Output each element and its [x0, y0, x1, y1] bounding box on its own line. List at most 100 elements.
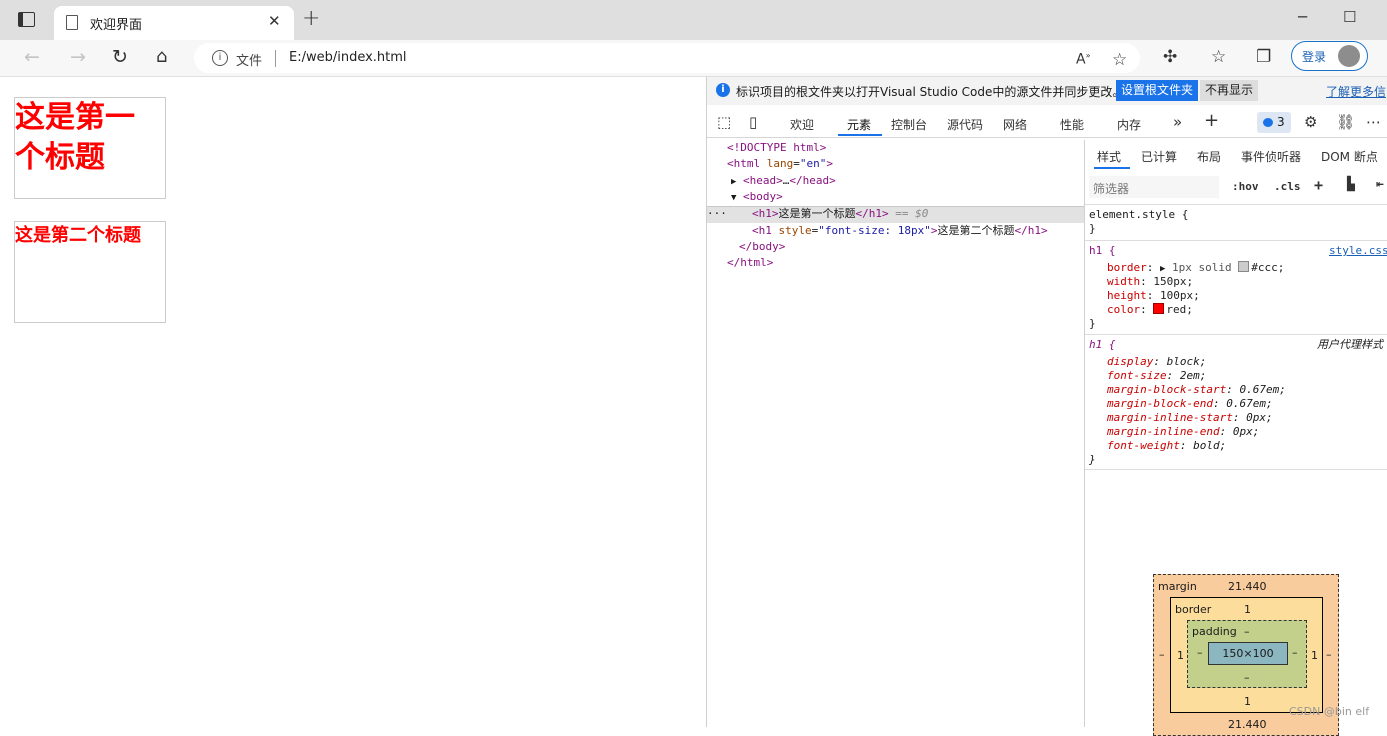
prop-name: font-weight [1107, 439, 1180, 452]
set-root-folder-button[interactable]: 设置根文件夹 [1116, 80, 1199, 101]
rule1-prop-border[interactable]: border: ▶ 1px solid #ccc; [1107, 261, 1284, 275]
border-top[interactable]: 1 [1244, 603, 1251, 616]
tab-performance[interactable]: 性能 [1060, 116, 1084, 133]
box-model-padding[interactable]: padding – – – – 150×100 [1187, 620, 1307, 688]
padding-left[interactable]: – [1197, 646, 1203, 659]
forward-icon[interactable]: → [70, 46, 86, 68]
html-node[interactable]: <html lang="en"> [727, 156, 833, 172]
box-model-content[interactable]: 150×100 [1208, 642, 1288, 665]
padding-bottom[interactable]: – [1244, 671, 1250, 684]
head-node[interactable]: ▶ <head>…</head> [731, 173, 836, 189]
cls-toggle[interactable]: .cls [1274, 180, 1301, 193]
first-heading: 这是第一 个标题 [14, 97, 166, 199]
html-tag: html [733, 157, 761, 170]
border-left[interactable]: 1 [1177, 649, 1184, 662]
row-dots[interactable]: ··· [707, 206, 727, 222]
tab-network[interactable]: 网络 [1003, 116, 1027, 133]
padding-top[interactable]: – [1244, 625, 1250, 638]
issues-icon [1263, 118, 1273, 127]
extensions-icon[interactable]: ✣ [1163, 47, 1177, 67]
login-button[interactable]: 登录 [1291, 41, 1368, 71]
info-icon[interactable]: i [212, 50, 228, 66]
active-tab-underline [838, 134, 882, 136]
tab-computed[interactable]: 已计算 [1141, 148, 1177, 165]
expand-arrow-icon[interactable]: ▶ [1160, 264, 1165, 274]
issues-badge[interactable]: 3 [1257, 112, 1291, 133]
tab-sources[interactable]: 源代码 [947, 116, 983, 133]
selected-marker: == $0 [895, 207, 929, 220]
browser-tab[interactable]: 欢迎界面 ✕ [54, 6, 294, 40]
doctype-node[interactable]: <!DOCTYPE html> [727, 140, 826, 156]
refresh-icon[interactable]: ↻ [112, 46, 128, 68]
rule1-prop-width[interactable]: width: 150px; [1107, 275, 1193, 289]
address-bar[interactable]: i 文件 E:/web/index.html A» ☆ [194, 43, 1140, 73]
favorites-icon[interactable]: ☆ [1211, 47, 1226, 67]
prop-value: 0px; [1246, 411, 1273, 424]
inspect-icon[interactable]: ⬚ [717, 113, 731, 131]
tab-console[interactable]: 控制台 [891, 116, 927, 133]
prop-value: 100px; [1160, 289, 1200, 302]
rule1-prop-color[interactable]: color: red; [1107, 303, 1193, 317]
box-model-border[interactable]: border 1 1 1 1 padding – – – – 150×100 [1170, 597, 1323, 713]
new-tab-icon[interactable]: + [302, 6, 320, 31]
tab-elements[interactable]: 元素 [847, 116, 871, 133]
rule1-prop-height[interactable]: height: 100px; [1107, 289, 1200, 303]
h1-node-selected[interactable]: <h1>这是第一个标题</h1> == $0 [752, 206, 928, 222]
body-node[interactable]: ▼ <body> [731, 189, 783, 205]
add-favorite-icon[interactable]: ☆ [1112, 50, 1127, 70]
tab-actions-icon[interactable] [18, 12, 35, 27]
body-close-node[interactable]: </body> [739, 239, 785, 255]
add-tab-icon[interactable]: + [1204, 110, 1219, 131]
more-tabs-icon[interactable]: » [1173, 113, 1182, 131]
second-heading: 这是第二个标题 [14, 221, 166, 323]
tab-memory[interactable]: 内存 [1117, 116, 1141, 133]
tab-event-listeners[interactable]: 事件侦听器 [1241, 148, 1301, 165]
tab-dom-breakpoints[interactable]: DOM 断点 [1321, 148, 1378, 165]
collapse-arrow-icon[interactable]: ▼ [731, 193, 736, 203]
color-swatch[interactable] [1153, 303, 1165, 314]
read-aloud-icon[interactable]: A» [1076, 51, 1090, 68]
address-url[interactable]: E:/web/index.html [289, 50, 407, 65]
filter-input[interactable]: 筛选器 [1089, 176, 1219, 198]
margin-right[interactable]: – [1326, 648, 1332, 661]
new-rule-icon[interactable]: + [1314, 176, 1323, 194]
settings-gear-icon[interactable]: ⚙ [1304, 113, 1317, 131]
tab-styles[interactable]: 样式 [1097, 148, 1121, 165]
padding-right[interactable]: – [1292, 646, 1298, 659]
connect-icon[interactable]: ⛓ [1336, 113, 1355, 131]
color-swatch[interactable] [1238, 261, 1250, 272]
device-emulation-icon[interactable]: ▯ [749, 113, 757, 131]
prop-value: bold; [1193, 439, 1227, 452]
sidebar-toggle-icon[interactable]: ⇤ [1376, 177, 1384, 192]
back-icon[interactable]: ← [24, 46, 40, 68]
margin-top[interactable]: 21.440 [1228, 580, 1267, 593]
border-right[interactable]: 1 [1311, 649, 1318, 662]
border-bottom[interactable]: 1 [1244, 695, 1251, 708]
learn-more-link[interactable]: 了解更多信 [1326, 83, 1386, 100]
html-close-node[interactable]: </html> [727, 255, 773, 271]
tab-welcome[interactable]: 欢迎 [790, 116, 814, 133]
body-close-tag: /body [745, 240, 779, 253]
prop-name: margin-inline-start [1107, 411, 1233, 424]
margin-label: margin [1158, 580, 1197, 593]
rule1-source-link[interactable]: style.css [1329, 244, 1387, 258]
h1-text: 这是第一个标题 [778, 207, 856, 220]
home-icon[interactable]: ⌂ [156, 46, 167, 67]
rule2-prop: font-weight: bold; [1107, 439, 1227, 452]
dont-show-again-button[interactable]: 不再显示 [1200, 80, 1259, 101]
margin-bottom[interactable]: 21.440 [1228, 718, 1267, 731]
tab-layout[interactable]: 布局 [1197, 148, 1221, 165]
h1-node-second[interactable]: <h1 style="font-size: 18px">这是第二个标题</h1> [752, 223, 1048, 239]
more-options-icon[interactable]: ⋯ [1366, 113, 1381, 131]
prop-name: height [1107, 289, 1147, 302]
hov-toggle[interactable]: :hov [1232, 180, 1259, 193]
expand-arrow-icon[interactable]: ▶ [731, 177, 736, 187]
prop-name: width [1107, 275, 1141, 288]
collections-icon[interactable]: ❐ [1256, 47, 1271, 67]
user-agent-rule: h1 { 用户代理样式 display: block; font-size: 2… [1085, 334, 1387, 469]
close-tab-icon[interactable]: ✕ [268, 12, 281, 30]
minimize-icon[interactable]: ─ [1298, 8, 1307, 26]
maximize-icon[interactable]: ☐ [1343, 8, 1356, 26]
margin-left[interactable]: – [1159, 648, 1165, 661]
paint-icon[interactable]: ▙ [1347, 177, 1355, 192]
